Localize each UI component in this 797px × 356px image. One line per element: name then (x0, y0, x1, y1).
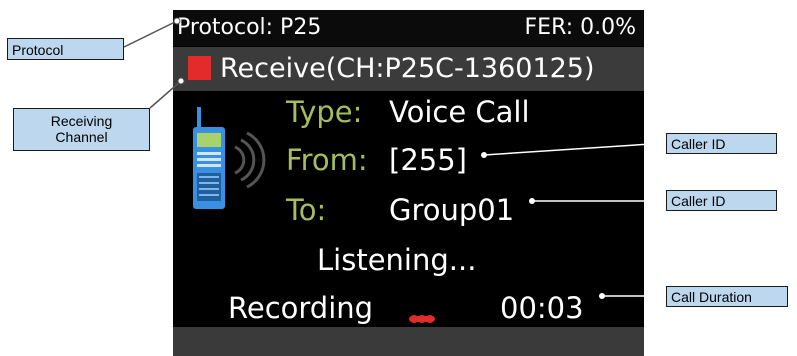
caller-id-from-leader-line (483, 142, 667, 156)
caller-id-to-leader-dot (529, 198, 535, 204)
receiving-channel-leader-line (149, 80, 182, 109)
caller-id-to-callout: Caller ID (666, 190, 777, 211)
caller-id-from-callout: Caller ID (666, 133, 777, 154)
protocol-leader-dot (173, 17, 181, 25)
receiving-channel-callout: Receiving Channel (13, 108, 150, 151)
receiving-channel-leader-dot (177, 77, 185, 85)
protocol-callout: Protocol (7, 38, 124, 60)
protocol-leader-line (123, 20, 178, 48)
call-duration-leader-dot (599, 293, 605, 299)
caller-id-from-leader-dot (481, 152, 487, 158)
call-duration-callout: Call Duration (666, 286, 788, 307)
